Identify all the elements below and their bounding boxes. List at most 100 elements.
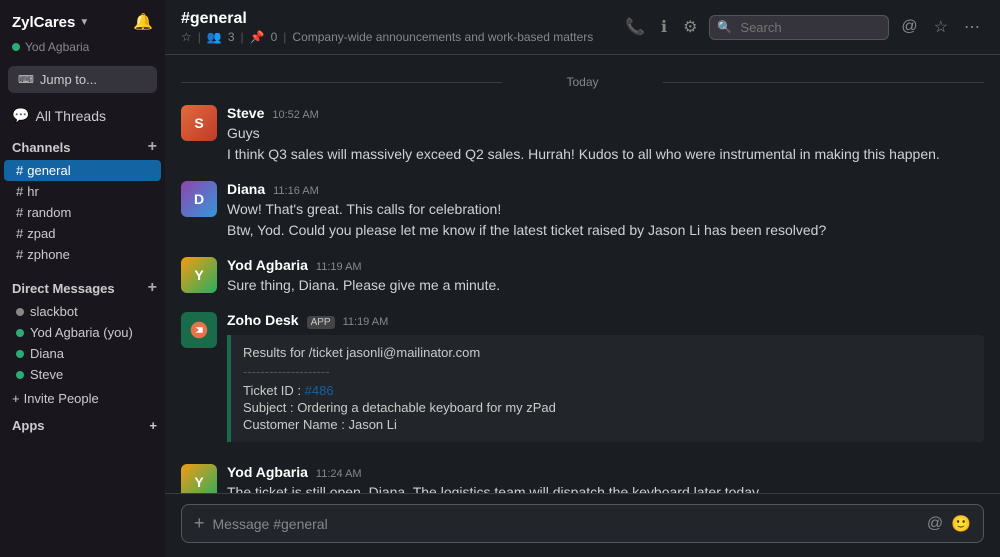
all-threads-label: All Threads [35,108,106,124]
dm-status-dot [16,329,24,337]
message-group: Y Yod Agbaria 11:24 AM The ticket is sti… [181,464,984,493]
bookmark-icon[interactable]: ☆ [930,13,952,41]
message-group: Y Yod Agbaria 11:19 AM Sure thing, Diana… [181,257,984,296]
message-text: The ticket is still open, Diana. The log… [227,482,984,493]
channel-name: #general [181,10,247,28]
timestamp: 11:19 AM [316,261,362,273]
ticket-id-link[interactable]: #486 [305,383,334,398]
workspace-name-text: ZylCares [12,14,75,31]
at-icon[interactable]: @ [897,14,921,40]
bell-icon[interactable]: 🔔 [133,12,153,32]
message-text: Guys [227,123,984,144]
app-badge: APP [307,316,335,329]
workspace-chevron-icon: ▼ [79,17,89,28]
channels-header-label: Channels [12,140,71,155]
dm-item-yod[interactable]: Yod Agbaria (you) [4,322,161,343]
message-header: Yod Agbaria 11:19 AM [227,257,984,273]
message-header: Diana 11:16 AM [227,181,984,197]
dm-status-dot [16,350,24,358]
message-content: Steve 10:52 AM Guys I think Q3 sales wil… [227,105,984,165]
channel-label: zpad [27,226,55,241]
dm-item-steve[interactable]: Steve [4,364,161,385]
channel-label: zphone [27,247,70,262]
channel-description: Company-wide announcements and work-base… [292,30,593,44]
search-input[interactable] [709,15,889,40]
mention-icon[interactable]: @ [927,515,943,533]
hash-icon: # [16,184,23,199]
avatar: S [181,105,217,141]
hash-icon: # [16,226,23,241]
date-divider: Today [181,75,984,89]
message-input[interactable] [213,516,919,532]
message-input-area: + @ 🙂 [165,493,1000,557]
add-app-icon[interactable]: + [149,418,157,433]
dm-item-diana[interactable]: Diana [4,343,161,364]
member-icon: 👥 [207,30,222,44]
header-actions: 📞 ℹ ⚙ 🔍 @ ☆ ⋯ [621,13,984,41]
dm-label: Diana [30,346,64,361]
sender-name: Yod Agbaria [227,257,308,273]
message-header: Steve 10:52 AM [227,105,984,121]
sidebar: ZylCares ▼ 🔔 Yod Agbaria ⌨ Jump to... 💬 … [0,0,165,557]
message-content: Diana 11:16 AM Wow! That's great. This c… [227,181,984,241]
invite-people-button[interactable]: + Invite People [0,385,165,412]
user-status-dot [12,43,20,51]
message-header: Yod Agbaria 11:24 AM [227,464,984,480]
sender-name: Diana [227,181,265,197]
all-threads-item[interactable]: 💬 All Threads [0,103,165,132]
search-icon: 🔍 [717,20,732,34]
add-attachment-icon[interactable]: + [194,513,205,534]
avatar [181,312,217,348]
card-query: Results for /ticket jasonli@mailinator.c… [243,345,972,360]
dm-item-slackbot[interactable]: slackbot [4,301,161,322]
search-wrapper: 🔍 [709,15,889,40]
message-text: Sure thing, Diana. Please give me a minu… [227,275,984,296]
more-icon[interactable]: ⋯ [960,13,984,41]
phone-icon[interactable]: 📞 [621,13,649,41]
card-customer: Customer Name : Jason Li [243,417,972,432]
dm-label: Yod Agbaria (you) [30,325,133,340]
avatar: Y [181,464,217,493]
timestamp: 11:16 AM [273,185,319,197]
message-group: S Steve 10:52 AM Guys I think Q3 sales w… [181,105,984,165]
channel-header: #general ☆ | 👥 3 | 📌 0 | Company-wide an… [165,0,1000,55]
message-content: Zoho Desk APP 11:19 AM Results for /tick… [227,312,984,448]
channel-label: random [27,205,71,220]
hash-icon: # [16,247,23,262]
invite-people-label: Invite People [24,391,99,406]
message-content: Yod Agbaria 11:19 AM Sure thing, Diana. … [227,257,984,296]
sidebar-item-zphone[interactable]: # zphone [4,244,161,265]
message-text: Btw, Yod. Could you please let me know i… [227,220,984,241]
message-content: Yod Agbaria 11:24 AM The ticket is still… [227,464,984,493]
channel-label: general [27,163,70,178]
plus-icon: + [12,391,20,406]
apps-label: Apps [12,418,45,433]
separator: | [198,30,201,44]
threads-icon: 💬 [12,107,29,124]
sidebar-header: ZylCares ▼ 🔔 [0,0,165,40]
timestamp: 11:24 AM [316,468,362,480]
jump-icon: ⌨ [18,73,34,86]
sidebar-item-hr[interactable]: # hr [4,181,161,202]
main-content: #general ☆ | 👥 3 | 📌 0 | Company-wide an… [165,0,1000,557]
add-dm-icon[interactable]: + [148,279,157,297]
avatar: Y [181,257,217,293]
star-icon[interactable]: ☆ [181,30,192,44]
sidebar-item-zpad[interactable]: # zpad [4,223,161,244]
sidebar-item-random[interactable]: # random [4,202,161,223]
workspace-name[interactable]: ZylCares ▼ [12,14,89,31]
card-subject: Subject : Ordering a detachable keyboard… [243,400,972,415]
apps-section[interactable]: Apps + [0,412,165,437]
channel-title-area: #general ☆ | 👥 3 | 📌 0 | Company-wide an… [181,10,593,44]
settings-icon[interactable]: ⚙ [679,13,701,41]
emoji-icon[interactable]: 🙂 [951,514,971,534]
sender-name: Zoho Desk [227,312,299,328]
sender-name: Steve [227,105,264,121]
message-text: I think Q3 sales will massively exceed Q… [227,144,984,165]
jump-to-button[interactable]: ⌨ Jump to... [8,66,157,93]
input-actions: @ 🙂 [927,514,971,534]
info-icon[interactable]: ℹ [657,13,671,41]
add-channel-icon[interactable]: + [148,138,157,156]
sidebar-item-general[interactable]: # general [4,160,161,181]
channels-section-header: Channels + [0,132,165,160]
